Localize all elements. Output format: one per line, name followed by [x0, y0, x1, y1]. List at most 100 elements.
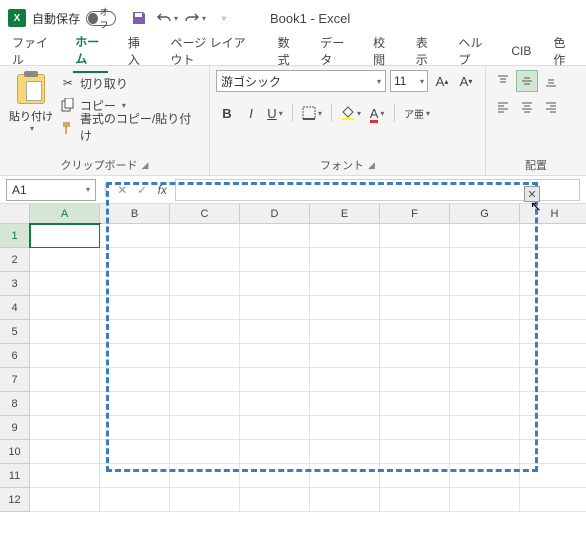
- cell[interactable]: [240, 464, 310, 488]
- cell[interactable]: [380, 464, 450, 488]
- cell[interactable]: [310, 272, 380, 296]
- cell[interactable]: [520, 392, 586, 416]
- row-header[interactable]: 6: [0, 344, 30, 368]
- cell[interactable]: [100, 344, 170, 368]
- cell[interactable]: [100, 464, 170, 488]
- font-size-select[interactable]: 11▾: [390, 70, 428, 92]
- formula-input[interactable]: [175, 179, 580, 201]
- cell[interactable]: [100, 248, 170, 272]
- cell[interactable]: [170, 296, 240, 320]
- cell[interactable]: [100, 272, 170, 296]
- cell[interactable]: [240, 272, 310, 296]
- cut-button[interactable]: ✂ 切り取り: [60, 72, 203, 94]
- row-header[interactable]: 10: [0, 440, 30, 464]
- cell[interactable]: [240, 296, 310, 320]
- row-header[interactable]: 11: [0, 464, 30, 488]
- cell[interactable]: [310, 368, 380, 392]
- cell[interactable]: [100, 416, 170, 440]
- cell[interactable]: [240, 320, 310, 344]
- row-header[interactable]: 5: [0, 320, 30, 344]
- cell[interactable]: [100, 392, 170, 416]
- cell[interactable]: [30, 392, 100, 416]
- cell[interactable]: [240, 416, 310, 440]
- cell[interactable]: [30, 272, 100, 296]
- cell[interactable]: [100, 320, 170, 344]
- cell[interactable]: [100, 296, 170, 320]
- cell[interactable]: [450, 464, 520, 488]
- cell[interactable]: [520, 344, 586, 368]
- cell[interactable]: [520, 368, 586, 392]
- row-header[interactable]: 3: [0, 272, 30, 296]
- fx-icon[interactable]: fx: [153, 183, 171, 197]
- cell[interactable]: [240, 488, 310, 512]
- clipboard-launcher-icon[interactable]: ◢: [142, 160, 149, 171]
- align-center-icon[interactable]: [516, 96, 538, 118]
- cell[interactable]: [100, 440, 170, 464]
- cell[interactable]: [30, 320, 100, 344]
- align-top-icon[interactable]: [492, 70, 514, 92]
- cell[interactable]: [520, 272, 586, 296]
- cell[interactable]: [170, 224, 240, 248]
- name-box[interactable]: A1 ▾: [6, 179, 96, 201]
- increase-font-icon[interactable]: A▴: [432, 71, 452, 91]
- cell[interactable]: [170, 272, 240, 296]
- column-header[interactable]: C: [170, 204, 240, 224]
- align-middle-icon[interactable]: [516, 70, 538, 92]
- cell[interactable]: [310, 344, 380, 368]
- cell[interactable]: [30, 296, 100, 320]
- column-header[interactable]: E: [310, 204, 380, 224]
- cell[interactable]: [380, 224, 450, 248]
- cell[interactable]: [170, 488, 240, 512]
- font-name-select[interactable]: 游ゴシック▾: [216, 70, 386, 92]
- overlay-close-button[interactable]: ✕: [524, 186, 540, 202]
- cell[interactable]: [310, 440, 380, 464]
- cell[interactable]: [310, 464, 380, 488]
- cell[interactable]: [30, 224, 100, 248]
- enter-formula-icon[interactable]: ✓: [133, 183, 151, 197]
- cell[interactable]: [520, 440, 586, 464]
- cell[interactable]: [520, 320, 586, 344]
- cell[interactable]: [170, 416, 240, 440]
- cell[interactable]: [380, 248, 450, 272]
- cell[interactable]: [380, 488, 450, 512]
- cell[interactable]: [310, 248, 380, 272]
- align-bottom-icon[interactable]: [540, 70, 562, 92]
- cell[interactable]: [520, 416, 586, 440]
- align-right-icon[interactable]: [540, 96, 562, 118]
- font-color-button[interactable]: A ▾: [366, 102, 388, 124]
- tab-cib[interactable]: CIB: [509, 40, 533, 62]
- cell[interactable]: [450, 416, 520, 440]
- cell[interactable]: [170, 368, 240, 392]
- cell[interactable]: [310, 224, 380, 248]
- cell[interactable]: [380, 416, 450, 440]
- cell[interactable]: [310, 488, 380, 512]
- cell[interactable]: [240, 368, 310, 392]
- cell[interactable]: [310, 320, 380, 344]
- cell[interactable]: [100, 488, 170, 512]
- cell[interactable]: [520, 464, 586, 488]
- row-header[interactable]: 8: [0, 392, 30, 416]
- row-header[interactable]: 12: [0, 488, 30, 512]
- cell[interactable]: [380, 344, 450, 368]
- cell[interactable]: [30, 368, 100, 392]
- cell[interactable]: [380, 368, 450, 392]
- cell[interactable]: [520, 248, 586, 272]
- cell[interactable]: [170, 248, 240, 272]
- underline-button[interactable]: U▾: [264, 102, 286, 124]
- cell[interactable]: [170, 392, 240, 416]
- cell[interactable]: [380, 440, 450, 464]
- autosave-toggle[interactable]: 自動保存 オフ: [32, 10, 116, 27]
- decrease-font-icon[interactable]: A▾: [456, 71, 476, 91]
- column-header[interactable]: B: [100, 204, 170, 224]
- cell[interactable]: [520, 296, 586, 320]
- column-header[interactable]: G: [450, 204, 520, 224]
- cell[interactable]: [30, 440, 100, 464]
- cell[interactable]: [380, 320, 450, 344]
- column-header[interactable]: D: [240, 204, 310, 224]
- toggle-switch[interactable]: オフ: [86, 11, 116, 26]
- cell[interactable]: [310, 392, 380, 416]
- cell[interactable]: [310, 416, 380, 440]
- column-header[interactable]: A: [30, 204, 100, 224]
- align-left-icon[interactable]: [492, 96, 514, 118]
- row-header[interactable]: 2: [0, 248, 30, 272]
